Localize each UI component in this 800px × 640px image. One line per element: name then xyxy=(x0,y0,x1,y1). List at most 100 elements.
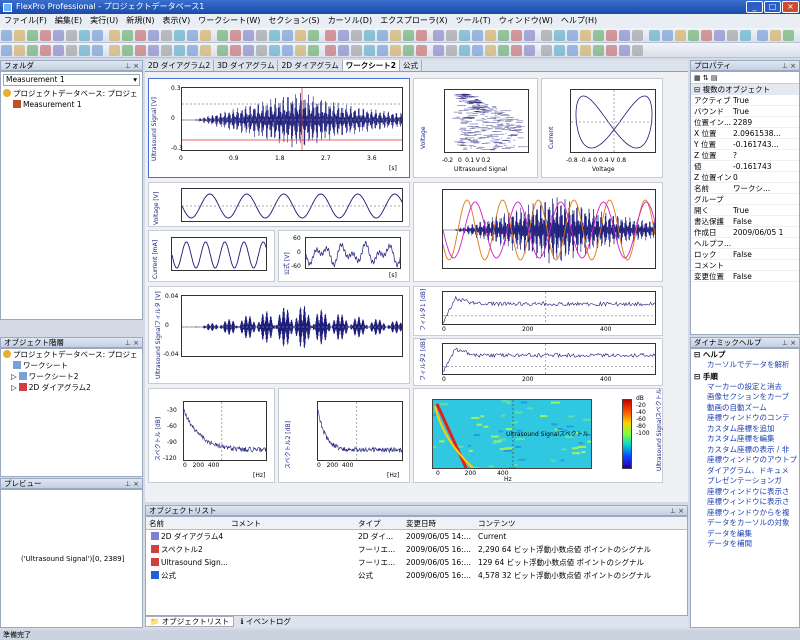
toolbar-icon[interactable] xyxy=(472,30,483,41)
property-value[interactable]: False xyxy=(731,249,799,259)
help-link[interactable]: 動画の自動ズーム xyxy=(691,403,799,414)
spectrum-chart[interactable]: スペクトル [dB] -30 -60 -90 -120 0 200 400 [H… xyxy=(148,388,275,483)
toolbar-icon[interactable] xyxy=(433,30,444,41)
hierarchy-item-diagram2[interactable]: ▷ 2D ダイアグラム2 xyxy=(1,382,142,393)
toolbar-icon[interactable] xyxy=(217,30,228,41)
pin-icon[interactable]: ⊥ × xyxy=(782,61,796,71)
toolbar-icon[interactable] xyxy=(230,30,241,41)
toolbar-icon[interactable] xyxy=(403,30,414,41)
property-row[interactable]: Z 位置インデ...0 xyxy=(691,172,799,183)
property-value[interactable] xyxy=(731,194,799,204)
property-value[interactable]: 2.0961538... xyxy=(731,128,799,138)
pin-icon[interactable]: ⊥ × xyxy=(125,479,139,489)
tab-1[interactable]: 3D ダイアグラム xyxy=(214,60,278,71)
toolbar-icon[interactable] xyxy=(632,30,643,41)
tab-object-list[interactable]: 📁 オブジェクトリスト xyxy=(145,616,234,627)
toolbar-icon[interactable] xyxy=(200,45,211,56)
voltage-chart[interactable]: Voltage [V] xyxy=(148,182,410,227)
toolbar-icon[interactable] xyxy=(416,45,427,56)
formula-chart[interactable]: 公式 [V] 60 0 -60 [s] xyxy=(278,230,410,282)
toolbar-icon[interactable] xyxy=(243,30,254,41)
toolbar-icon[interactable] xyxy=(459,45,470,56)
filter1-chart[interactable]: フィルタ1 [dB] 0 200 400 xyxy=(413,286,663,336)
toolbar-icon[interactable] xyxy=(757,30,768,41)
toolbar-icon[interactable] xyxy=(338,45,349,56)
menu-item[interactable]: ワークシート(W) xyxy=(198,16,260,25)
toolbar-icon[interactable] xyxy=(567,45,578,56)
toolbar-icon[interactable] xyxy=(593,45,604,56)
toolbar-icon[interactable] xyxy=(308,30,319,41)
toolbar-icon[interactable] xyxy=(187,30,198,41)
toolbar-icon[interactable] xyxy=(675,30,686,41)
help-link[interactable]: データをカーソルの対象 xyxy=(691,518,799,529)
property-value[interactable]: -0.161743... xyxy=(731,139,799,149)
toolbar-icon[interactable] xyxy=(390,30,401,41)
toolbar-icon[interactable] xyxy=(351,30,362,41)
toolbar-icon[interactable] xyxy=(40,45,51,56)
toolbar-icon[interactable] xyxy=(498,45,509,56)
toolbar-icon[interactable] xyxy=(122,45,133,56)
column-header[interactable]: 変更日時 xyxy=(406,517,478,529)
help-link[interactable]: カスタム座標を編集 xyxy=(691,434,799,445)
toolbar-icon[interactable] xyxy=(364,45,375,56)
property-row[interactable]: Y 位置 -0.161743... xyxy=(691,139,799,150)
toolbar-icon[interactable] xyxy=(40,30,51,41)
property-row[interactable]: 値 -0.161743 xyxy=(691,161,799,172)
tree-root[interactable]: プロジェクトデータベース: プロジェ xyxy=(1,88,142,99)
toolbar-icon[interactable] xyxy=(541,30,552,41)
toolbar-icon[interactable] xyxy=(580,30,591,41)
menu-item[interactable]: ヘルプ(H) xyxy=(561,16,597,25)
toolbar-icon[interactable] xyxy=(606,30,617,41)
property-row[interactable]: グループ xyxy=(691,194,799,205)
property-value[interactable]: ? xyxy=(731,150,799,160)
folder-selector[interactable]: Measurement 1 ▾ xyxy=(3,74,140,86)
help-link[interactable]: 画像セクションをカーブ xyxy=(691,392,799,403)
property-row[interactable]: 変更位置 False xyxy=(691,271,799,282)
toolbar-icon[interactable] xyxy=(1,45,12,56)
toolbar-icon[interactable] xyxy=(269,45,280,56)
help-link[interactable]: 座標ウィンドウに表示さ xyxy=(691,497,799,508)
toolbar-icon[interactable] xyxy=(472,45,483,56)
toolbar-icon[interactable] xyxy=(416,30,427,41)
toolbar-icon[interactable] xyxy=(92,30,103,41)
toolbar-icon[interactable] xyxy=(554,45,565,56)
toolbar-icon[interactable] xyxy=(161,45,172,56)
toolbar-icon[interactable] xyxy=(714,30,725,41)
property-value[interactable]: True xyxy=(731,95,799,105)
property-value[interactable]: True xyxy=(731,106,799,116)
toolbar-icon[interactable] xyxy=(511,45,522,56)
toolbar-icon[interactable] xyxy=(295,45,306,56)
toolbar-icon[interactable] xyxy=(243,45,254,56)
property-value[interactable] xyxy=(731,238,799,248)
toolbar-icon[interactable] xyxy=(109,30,120,41)
toolbar-icon[interactable] xyxy=(217,45,228,56)
help-link[interactable]: 座標ウィンドウのアウトプ xyxy=(691,455,799,466)
toolbar-icon[interactable] xyxy=(433,45,444,56)
column-header[interactable]: コンテンツ xyxy=(478,517,687,529)
hierarchy-item-worksheet2[interactable]: ▷ ワークシート2 xyxy=(1,371,142,382)
tab-0[interactable]: 2D ダイアグラム2 xyxy=(145,60,214,71)
property-row[interactable]: 書込保護 False xyxy=(691,216,799,227)
column-header[interactable]: タイプ xyxy=(358,517,406,529)
toolbar-icon[interactable] xyxy=(27,45,38,56)
menu-item[interactable]: 新規(N) xyxy=(126,16,154,25)
toolbar-icon[interactable] xyxy=(390,45,401,56)
spectrum2-chart[interactable]: スペクトル2 [dB] 0 200 400 [Hz] xyxy=(278,388,410,483)
help-link[interactable]: カーソルでデータを解析 xyxy=(691,360,799,371)
property-value[interactable]: -0.161743 xyxy=(731,161,799,171)
toolbar-icon[interactable] xyxy=(554,30,565,41)
help-link[interactable]: データを補間 xyxy=(691,539,799,550)
toolbar-icon[interactable] xyxy=(53,45,64,56)
toolbar-icon[interactable] xyxy=(740,30,751,41)
table-row[interactable]: 公式 公式 2009/06/05 16:... 4,578 32 ビット浮動小数点値 … xyxy=(146,569,687,582)
property-row[interactable]: バウンド True xyxy=(691,106,799,117)
toolbar-icon[interactable] xyxy=(511,30,522,41)
menu-item[interactable]: ファイル(F) xyxy=(4,16,47,25)
property-row[interactable]: コメント xyxy=(691,260,799,271)
toolbar-icon[interactable] xyxy=(269,30,280,41)
toolbar-icon[interactable] xyxy=(688,30,699,41)
column-header[interactable]: 名前 xyxy=(146,517,231,529)
toolbar-icon[interactable] xyxy=(403,45,414,56)
toolbar-icon[interactable] xyxy=(377,30,388,41)
help-link[interactable]: プレゼンテーションガ xyxy=(691,476,799,487)
